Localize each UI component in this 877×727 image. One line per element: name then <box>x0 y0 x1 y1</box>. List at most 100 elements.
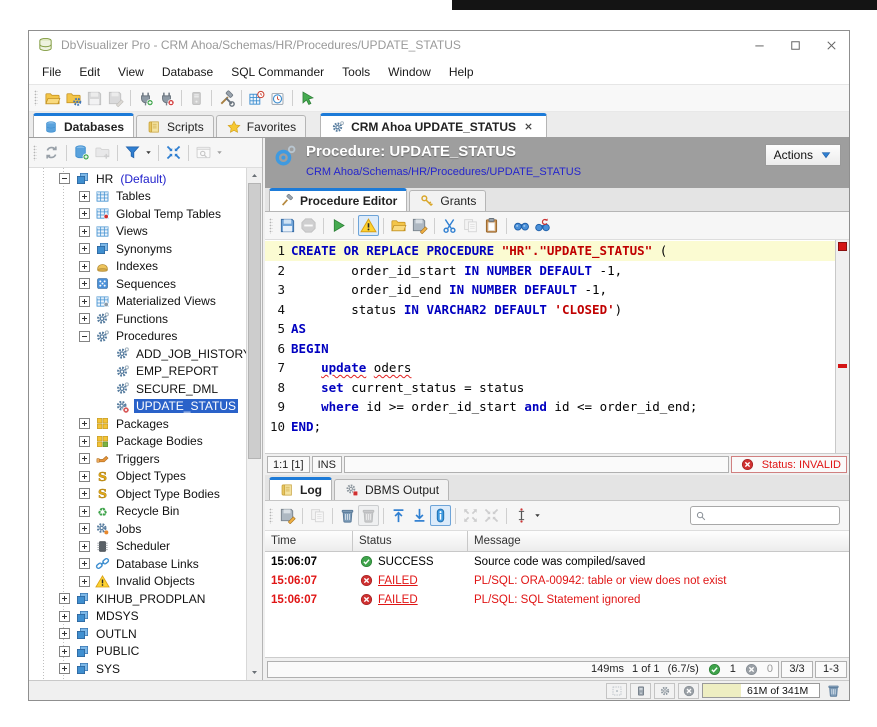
tree-item-package-bodies[interactable]: Package Bodies <box>29 433 246 451</box>
tab-procedure-editor[interactable]: Procedure Editor <box>269 188 407 211</box>
folder-gear-icon[interactable] <box>63 88 84 109</box>
gc-trash-icon[interactable] <box>823 680 844 701</box>
expand-toggle-icon[interactable] <box>79 226 90 237</box>
menu-view[interactable]: View <box>109 65 153 79</box>
code-line-5[interactable]: 5AS <box>265 319 835 339</box>
code-line-8[interactable]: 8 set current_status = status <box>265 378 835 398</box>
menu-edit[interactable]: Edit <box>70 65 109 79</box>
tree-item-add-job-history[interactable]: ADD_JOB_HISTORY <box>29 345 246 363</box>
code-line-2[interactable]: 2 order_id_start IN NUMBER DEFAULT -1, <box>265 261 835 281</box>
tab-scripts[interactable]: Scripts <box>136 115 214 137</box>
server-icon[interactable] <box>186 88 207 109</box>
tree-item-functions[interactable]: Functions <box>29 310 246 328</box>
tree-item-packages[interactable]: Packages <box>29 415 246 433</box>
plug-remove-icon[interactable] <box>156 88 177 109</box>
code-line-6[interactable]: 6BEGIN <box>265 339 835 359</box>
scroll-track[interactable] <box>247 459 262 665</box>
save-pencil-icon[interactable] <box>277 505 298 526</box>
tree-item-materialized-views[interactable]: Materialized Views <box>29 293 246 311</box>
error-marker-top[interactable] <box>838 242 847 251</box>
cancel-task-icon[interactable] <box>678 683 699 699</box>
tree-item-views[interactable]: Views <box>29 223 246 241</box>
sql-editor[interactable]: 1CREATE OR REPLACE PROCEDURE "HR"."UPDAT… <box>265 240 849 454</box>
tree-item-jobs[interactable]: Jobs <box>29 520 246 538</box>
tree-item-procedures[interactable]: Procedures <box>29 328 246 346</box>
error-stripe[interactable] <box>835 240 849 453</box>
grid-clock-icon[interactable] <box>246 88 267 109</box>
top-icon[interactable] <box>388 505 409 526</box>
tree-item-update-status[interactable]: UPDATE_STATUS <box>29 398 246 416</box>
tools-icon[interactable] <box>216 88 237 109</box>
folder-open-icon[interactable] <box>42 88 63 109</box>
warn-icon[interactable] <box>358 215 379 236</box>
folder-add-icon[interactable] <box>92 142 113 163</box>
tree-item-scheduler[interactable]: Scheduler <box>29 538 246 556</box>
tree-item-triggers[interactable]: Triggers <box>29 450 246 468</box>
cut-icon[interactable] <box>439 215 460 236</box>
tree-item-database-links[interactable]: Database Links <box>29 555 246 573</box>
expand-toggle-icon[interactable] <box>79 278 90 289</box>
expand-toggle-icon[interactable] <box>79 296 90 307</box>
find-replace-icon[interactable] <box>532 215 553 236</box>
find-icon[interactable] <box>511 215 532 236</box>
tree-item-global-temp-tables[interactable]: Global Temp Tables <box>29 205 246 223</box>
search-win-icon[interactable] <box>193 142 214 163</box>
tree-item-secure-dml[interactable]: SECURE_DML <box>29 380 246 398</box>
tree-item-object-types[interactable]: SObject Types <box>29 468 246 486</box>
copy-icon[interactable] <box>460 215 481 236</box>
log-search-box[interactable] <box>690 506 840 525</box>
code-line-10[interactable]: 10END; <box>265 417 835 437</box>
expand-toggle-icon[interactable] <box>79 313 90 324</box>
tab-grants[interactable]: Grants <box>409 190 486 211</box>
expand-toggle-icon[interactable] <box>79 191 90 202</box>
tree-item-outln[interactable]: OUTLN <box>29 625 246 643</box>
caret-down-icon[interactable] <box>214 142 225 163</box>
menu-database[interactable]: Database <box>153 65 222 79</box>
actions-button[interactable]: Actions <box>765 144 841 166</box>
expand-toggle-icon[interactable] <box>79 541 90 552</box>
connections-icon[interactable] <box>630 683 651 699</box>
tree-item-sys[interactable]: SYS <box>29 660 246 678</box>
expand-toggle-icon[interactable] <box>79 436 90 447</box>
column-header-time[interactable]: Time <box>265 531 353 551</box>
caret-down-icon[interactable] <box>532 505 543 526</box>
tree-item-invalid-objects[interactable]: Invalid Objects <box>29 573 246 591</box>
expand-toggle-icon[interactable] <box>79 261 90 272</box>
paste-icon[interactable] <box>481 215 502 236</box>
expand-toggle-icon[interactable] <box>59 646 70 657</box>
play-icon[interactable] <box>328 215 349 236</box>
scroll-thumb[interactable] <box>248 183 261 459</box>
tab-dbms-output[interactable]: DBMS Output <box>334 479 449 500</box>
tree-item-kihub-prodplan[interactable]: KIHUB_PRODPLAN <box>29 590 246 608</box>
tab-log[interactable]: Log <box>269 477 332 500</box>
tasks-icon[interactable] <box>654 683 675 699</box>
expand-toggle-icon[interactable] <box>79 488 90 499</box>
close-button[interactable] <box>813 31 849 59</box>
error-marker-line[interactable] <box>838 364 847 368</box>
code-line-1[interactable]: 1CREATE OR REPLACE PROCEDURE "HR"."UPDAT… <box>265 241 835 261</box>
log-search-input[interactable] <box>710 510 836 522</box>
scroll-up-icon[interactable] <box>247 168 262 183</box>
tree-item-indexes[interactable]: Indexes <box>29 258 246 276</box>
save-db-icon[interactable] <box>277 215 298 236</box>
trash-icon[interactable] <box>358 505 379 526</box>
save-pencil-icon[interactable] <box>105 88 126 109</box>
log-row-3[interactable]: 15:06:07FAILEDPL/SQL: SQL Statement igno… <box>265 590 849 609</box>
menu-file[interactable]: File <box>33 65 70 79</box>
code-line-7[interactable]: 7 update oders <box>265 358 835 378</box>
tree-item-synonyms[interactable]: Synonyms <box>29 240 246 258</box>
code-line-9[interactable]: 9 where id >= order_id_start and id <= o… <box>265 397 835 417</box>
save-icon[interactable] <box>84 88 105 109</box>
caret-down-icon[interactable] <box>143 142 154 163</box>
expand-toggle-icon[interactable] <box>79 471 90 482</box>
expand-toggle-icon[interactable] <box>79 208 90 219</box>
log-row-1[interactable]: 15:06:07SUCCESSSource code was compiled/… <box>265 552 849 571</box>
collapse-toggle-icon[interactable] <box>59 173 70 184</box>
close-tab-icon[interactable] <box>521 119 537 135</box>
menu-tools[interactable]: Tools <box>333 65 379 79</box>
tree-item-sequences[interactable]: Sequences <box>29 275 246 293</box>
expand-toggle-icon[interactable] <box>59 593 70 604</box>
tab-crm-ahoa-update-status[interactable]: CRM Ahoa UPDATE_STATUS <box>320 113 547 137</box>
database-tree[interactable]: HR(Default)TablesGlobal Temp TablesViews… <box>29 168 246 680</box>
expand-toggle-icon[interactable] <box>59 611 70 622</box>
